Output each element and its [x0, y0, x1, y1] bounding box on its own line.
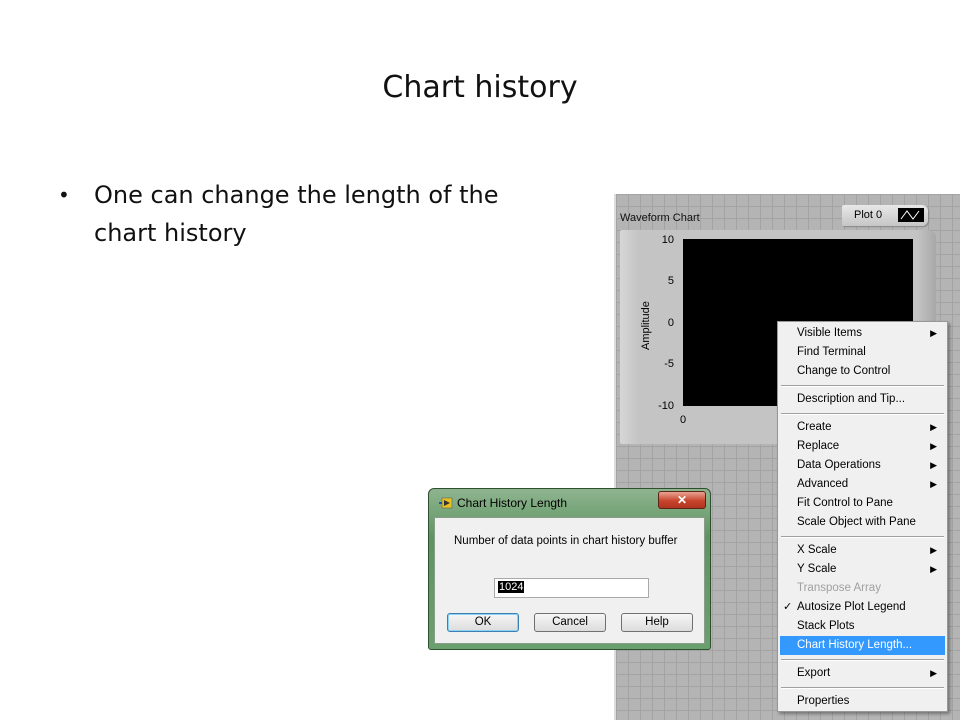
- menu-item-label: Description and Tip...: [797, 393, 906, 405]
- menu-item-export[interactable]: Export ▶: [778, 664, 947, 683]
- menu-separator: [778, 409, 947, 418]
- line-plot-icon: [898, 208, 924, 222]
- close-button[interactable]: ✕: [658, 491, 706, 509]
- menu-separator: [778, 655, 947, 664]
- labview-app-icon: [439, 496, 453, 509]
- menu-item-label: Create: [797, 421, 832, 433]
- history-length-input[interactable]: 1024: [494, 578, 649, 598]
- chart-history-dialog: Chart History Length ✕ Number of data po…: [428, 488, 711, 650]
- chart-label: Waveform Chart: [620, 212, 700, 224]
- bullet-item: • One can change the length of the chart…: [58, 176, 558, 252]
- menu-item-chart-history-length[interactable]: Chart History Length...: [780, 636, 945, 655]
- slide-title: Chart history: [382, 70, 578, 105]
- bullet-list: • One can change the length of the chart…: [58, 176, 558, 252]
- menu-item-find-terminal[interactable]: Find Terminal: [778, 343, 947, 362]
- menu-item-label: Change to Control: [797, 365, 891, 377]
- bullet-text: One can change the length of the chart h…: [94, 181, 499, 247]
- help-button[interactable]: Help: [621, 613, 693, 632]
- check-icon: ✓: [783, 601, 793, 613]
- cancel-button[interactable]: Cancel: [534, 613, 606, 632]
- menu-item-label: Export: [797, 667, 831, 679]
- submenu-arrow-icon: ▶: [930, 460, 937, 470]
- submenu-arrow-icon: ▶: [930, 441, 937, 451]
- menu-separator: [778, 381, 947, 390]
- ok-button[interactable]: OK: [447, 613, 519, 632]
- context-menu: Visible Items ▶ Find Terminal Change to Con…: [777, 321, 948, 712]
- bullet-dot: •: [58, 183, 70, 207]
- x-tick-label: 0: [680, 414, 687, 426]
- menu-item-fit-control-to-pane[interactable]: Fit Control to Pane: [778, 494, 947, 513]
- menu-item-label: Fit Control to Pane: [797, 497, 893, 509]
- submenu-arrow-icon: ▶: [930, 479, 937, 489]
- menu-item-replace[interactable]: Replace ▶: [778, 437, 947, 456]
- submenu-arrow-icon: ▶: [930, 545, 937, 555]
- menu-item-data-operations[interactable]: Data Operations ▶: [778, 456, 947, 475]
- menu-item-label: Transpose Array: [797, 582, 881, 594]
- menu-item-label: Autosize Plot Legend: [797, 601, 906, 613]
- menu-item-scale-object-with-pane[interactable]: Scale Object with Pane: [778, 513, 947, 532]
- menu-item-label: X Scale: [797, 544, 837, 556]
- dialog-title: Chart History Length: [457, 496, 568, 510]
- menu-item-label: Scale Object with Pane: [797, 516, 916, 528]
- y-tick-label: 10: [661, 234, 674, 246]
- menu-item-label: Y Scale: [797, 563, 837, 575]
- y-tick-label: -5: [664, 358, 674, 370]
- menu-item-label: Properties: [797, 695, 850, 707]
- menu-item-label: Advanced: [797, 478, 849, 490]
- menu-item-x-scale[interactable]: X Scale ▶: [778, 541, 947, 560]
- menu-item-label: Visible Items: [797, 327, 862, 339]
- dialog-prompt: Number of data points in chart history b…: [454, 535, 678, 547]
- submenu-arrow-icon: ▶: [930, 422, 937, 432]
- menu-item-change-to-control[interactable]: Change to Control: [778, 362, 947, 381]
- menu-item-label: Stack Plots: [797, 620, 855, 632]
- menu-item-label: Replace: [797, 440, 840, 452]
- menu-item-advanced[interactable]: Advanced ▶: [778, 475, 947, 494]
- menu-separator: [778, 532, 947, 541]
- menu-item-label: Data Operations: [797, 459, 881, 471]
- y-tick-label: -10: [658, 400, 674, 412]
- y-tick-label: 0: [667, 317, 674, 329]
- submenu-arrow-icon: ▶: [930, 668, 937, 678]
- menu-item-y-scale[interactable]: Y Scale ▶: [778, 560, 947, 579]
- menu-item-label: Chart History Length...: [797, 639, 913, 651]
- submenu-arrow-icon: ▶: [930, 564, 937, 574]
- menu-item-description-and-tip[interactable]: Description and Tip...: [778, 390, 947, 409]
- menu-item-create[interactable]: Create ▶: [778, 418, 947, 437]
- plot-legend[interactable]: Plot 0: [842, 205, 928, 226]
- y-tick-label: 5: [667, 275, 674, 287]
- menu-item-transpose-array: Transpose Array: [778, 579, 947, 598]
- menu-item-label: Find Terminal: [797, 346, 866, 358]
- menu-item-stack-plots[interactable]: Stack Plots: [778, 617, 947, 636]
- menu-item-autosize-plot-legend[interactable]: ✓ Autosize Plot Legend: [778, 598, 947, 617]
- plot-name: Plot 0: [854, 209, 883, 221]
- menu-separator: [778, 683, 947, 692]
- input-value: 1024: [498, 581, 525, 593]
- dialog-body: Number of data points in chart history b…: [434, 517, 705, 644]
- submenu-arrow-icon: ▶: [930, 328, 937, 338]
- menu-item-visible-items[interactable]: Visible Items ▶: [778, 324, 947, 343]
- menu-item-properties[interactable]: Properties: [778, 692, 947, 711]
